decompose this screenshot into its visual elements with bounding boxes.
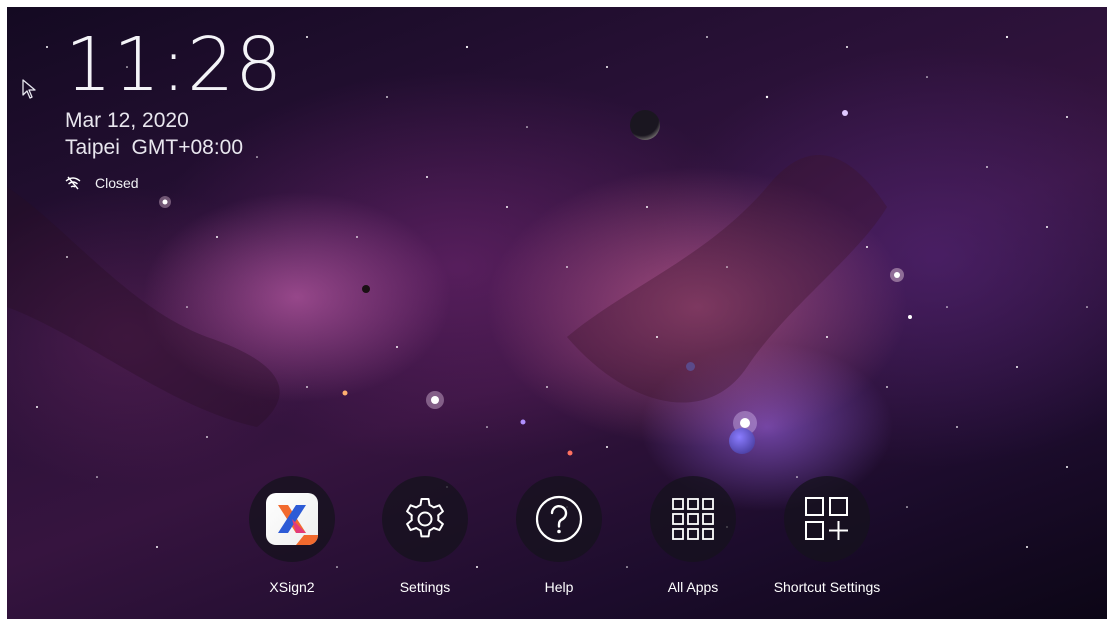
- network-status: Closed: [65, 173, 139, 193]
- mouse-pointer-icon: [22, 79, 36, 99]
- shortcut-settings[interactable]: Settings: [355, 476, 495, 596]
- shortcut-disc[interactable]: [382, 476, 468, 562]
- shortcut-disc[interactable]: [516, 476, 602, 562]
- shortcut-disc[interactable]: [784, 476, 870, 562]
- question-mark-icon: [535, 495, 583, 543]
- wifi-off-icon: [65, 176, 81, 190]
- app-grid-icon: [672, 498, 714, 540]
- small-moon: [686, 362, 695, 371]
- shortcut-label: Help: [544, 579, 574, 595]
- clock-time: 11:28: [65, 22, 284, 108]
- shortcut-all-apps[interactable]: All Apps: [623, 476, 763, 596]
- dark-planet: [630, 110, 660, 140]
- shortcut-help[interactable]: Help: [489, 476, 629, 596]
- gear-icon: [406, 498, 444, 538]
- blue-planet: [729, 428, 755, 454]
- xsign2-app-icon: [266, 493, 318, 545]
- shortcut-disc[interactable]: [650, 476, 736, 562]
- shortcut-shortcut-settings[interactable]: Shortcut Settings: [757, 476, 897, 596]
- date-text: Mar 12, 2020: [65, 109, 189, 132]
- network-status-label: Closed: [95, 175, 139, 191]
- shortcut-label: XSign2: [269, 579, 315, 595]
- small-moon: [362, 285, 370, 293]
- shortcut-label: Settings: [399, 579, 451, 595]
- add-shortcut-icon: [805, 497, 848, 540]
- launcher-home-screen: 11:28 Mar 12, 2020 Taipei GMT+08:00 Clos…: [7, 7, 1107, 619]
- shortcut-xsign2[interactable]: XSign2: [222, 476, 362, 596]
- shortcut-disc[interactable]: [249, 476, 335, 562]
- shortcut-label: All Apps: [667, 579, 719, 595]
- shortcut-label: Shortcut Settings: [773, 579, 881, 595]
- timezone-text: Taipei GMT+08:00: [65, 136, 244, 159]
